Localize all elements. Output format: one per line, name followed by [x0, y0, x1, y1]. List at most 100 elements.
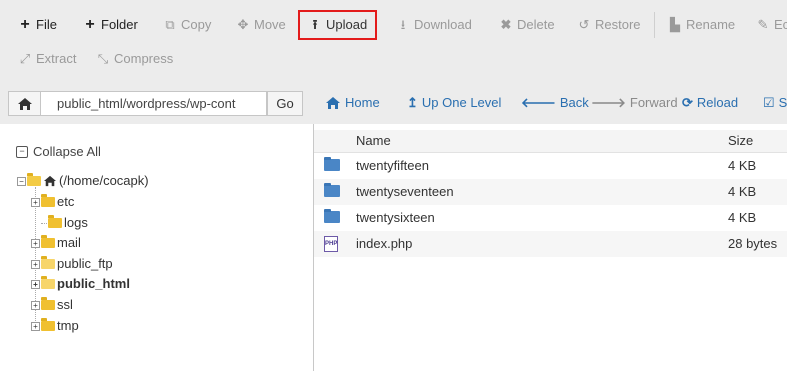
- select-all-label: S: [778, 95, 787, 110]
- rename-label: Rename: [686, 17, 736, 32]
- select-all-button[interactable]: ☑ S: [763, 92, 787, 114]
- folder-icon: [41, 318, 55, 331]
- folder-icon: [41, 256, 55, 269]
- tree-item-label: logs: [64, 215, 88, 230]
- tree-item-label: public_html: [57, 276, 130, 291]
- download-button[interactable]: ⭳ Download: [396, 14, 472, 36]
- folder-icon: [324, 157, 340, 171]
- file-size: 4 KB: [728, 184, 757, 199]
- forward-button[interactable]: 🡒 Forward: [591, 92, 678, 114]
- move-button[interactable]: ✥ Move: [236, 14, 286, 36]
- expand-icon: ⤢: [19, 51, 31, 66]
- tree-branch: [41, 222, 47, 224]
- size-column-header[interactable]: Size: [728, 133, 753, 148]
- tree-item-logs[interactable]: logs: [41, 214, 88, 232]
- home-icon: [326, 97, 340, 109]
- download-icon: ⭳: [400, 17, 406, 32]
- expand-toggle-icon: +: [31, 197, 40, 207]
- directory-tree: − Collapse All − (/home/cocapk) + etc lo…: [0, 124, 313, 371]
- copy-button[interactable]: ⧉ Copy: [163, 14, 211, 36]
- file-icon: ▙: [670, 17, 680, 32]
- file-name: index.php: [356, 236, 413, 251]
- rename-button[interactable]: ▙ Rename: [668, 14, 735, 36]
- file-size: 28 bytes: [728, 236, 778, 251]
- expand-toggle-icon: +: [31, 238, 40, 248]
- back-label: Back: [559, 95, 589, 110]
- new-file-button[interactable]: + File: [18, 14, 57, 36]
- upload-button[interactable]: ⭱ Upload: [298, 10, 378, 40]
- expand-toggle-icon: +: [31, 321, 40, 331]
- table-row[interactable]: twentyfifteen 4 KB: [314, 153, 787, 179]
- collapse-all-label: Collapse All: [33, 144, 101, 159]
- reload-label: Reload: [696, 95, 739, 110]
- reload-button[interactable]: ⟳ Reload: [682, 92, 738, 114]
- upload-icon: ⭱: [312, 17, 318, 32]
- up-one-level-label: Up One Level: [421, 95, 502, 110]
- tree-root[interactable]: − (/home/cocapk): [17, 172, 149, 190]
- expand-toggle-icon: +: [31, 279, 40, 289]
- delete-button[interactable]: ✖ Delete: [499, 14, 555, 36]
- table-row[interactable]: PHP index.php 28 bytes: [314, 231, 787, 257]
- level-up-icon: ↥: [407, 95, 418, 110]
- up-one-level-button[interactable]: ↥ Up One Level: [407, 92, 501, 114]
- collapse-icon: −: [16, 145, 28, 158]
- copy-icon: ⧉: [165, 17, 175, 32]
- forward-label: Forward: [629, 95, 678, 110]
- edit-button[interactable]: ✎ Ec: [756, 14, 787, 36]
- home-icon: [17, 97, 32, 110]
- table-row[interactable]: twentyseventeen 4 KB: [314, 179, 787, 205]
- table-header: Name Size: [314, 130, 787, 153]
- compress-label: Compress: [114, 51, 174, 66]
- edit-label: Ec: [774, 17, 787, 32]
- plus-icon: +: [20, 16, 30, 33]
- new-folder-label: Folder: [101, 17, 138, 32]
- tree-item-label: tmp: [57, 318, 79, 333]
- new-folder-button[interactable]: + Folder: [83, 14, 138, 36]
- close-icon: ✖: [500, 17, 512, 32]
- restore-button[interactable]: ↺ Restore: [577, 14, 641, 36]
- file-list: Name Size twentyfifteen 4 KB twentyseven…: [314, 124, 787, 371]
- folder-icon: [324, 183, 340, 197]
- expand-toggle-icon: +: [31, 300, 40, 310]
- compress-icon: ⤡: [97, 51, 109, 66]
- extract-button[interactable]: ⤢ Extract: [18, 48, 77, 70]
- delete-label: Delete: [517, 17, 555, 32]
- table-row[interactable]: twentysixteen 4 KB: [314, 205, 787, 231]
- file-name: twentyfifteen: [356, 158, 429, 173]
- collapse-all-link[interactable]: − Collapse All: [16, 144, 101, 159]
- navigation-bar: Go Home ↥ Up One Level 🡐 Back 🡒 Forward …: [0, 80, 787, 125]
- folder-icon: [41, 276, 55, 289]
- tree-item-public-html[interactable]: + public_html: [31, 275, 130, 293]
- arrow-right-icon: 🡒: [591, 95, 626, 110]
- extract-label: Extract: [36, 51, 77, 66]
- file-name: twentysixteen: [356, 210, 435, 225]
- expand-toggle-icon: +: [31, 259, 40, 269]
- folder-icon: [41, 235, 55, 248]
- pencil-icon: ✎: [757, 17, 769, 32]
- tree-item-etc[interactable]: + etc: [31, 193, 74, 211]
- back-button[interactable]: 🡐 Back: [521, 92, 589, 114]
- home-directory-button[interactable]: [8, 91, 41, 116]
- folder-icon: [41, 194, 55, 207]
- file-size: 4 KB: [728, 158, 757, 173]
- tree-root-label: (/home/cocapk): [59, 173, 149, 188]
- tree-item-label: public_ftp: [57, 256, 113, 271]
- compress-button[interactable]: ⤡ Compress: [96, 48, 173, 70]
- nav-home-button[interactable]: Home: [325, 92, 380, 114]
- copy-label: Copy: [181, 17, 212, 32]
- upload-label: Upload: [326, 17, 368, 32]
- move-icon: ✥: [237, 17, 249, 32]
- tree-item-tmp[interactable]: + tmp: [31, 317, 79, 335]
- tree-item-public-ftp[interactable]: + public_ftp: [31, 255, 113, 273]
- new-file-label: File: [36, 17, 57, 32]
- tree-item-label: etc: [57, 194, 75, 209]
- name-column-header[interactable]: Name: [356, 133, 391, 148]
- tree-item-mail[interactable]: + mail: [31, 234, 81, 252]
- toolbar: + File + Folder ⧉ Copy ✥ Move ⭱ Upload ⭳…: [0, 0, 787, 81]
- go-button[interactable]: Go: [267, 91, 303, 116]
- tree-item-ssl[interactable]: + ssl: [31, 296, 73, 314]
- restore-label: Restore: [595, 17, 641, 32]
- move-label: Move: [254, 17, 286, 32]
- arrow-left-icon: 🡐: [521, 95, 556, 110]
- path-input[interactable]: [41, 91, 267, 116]
